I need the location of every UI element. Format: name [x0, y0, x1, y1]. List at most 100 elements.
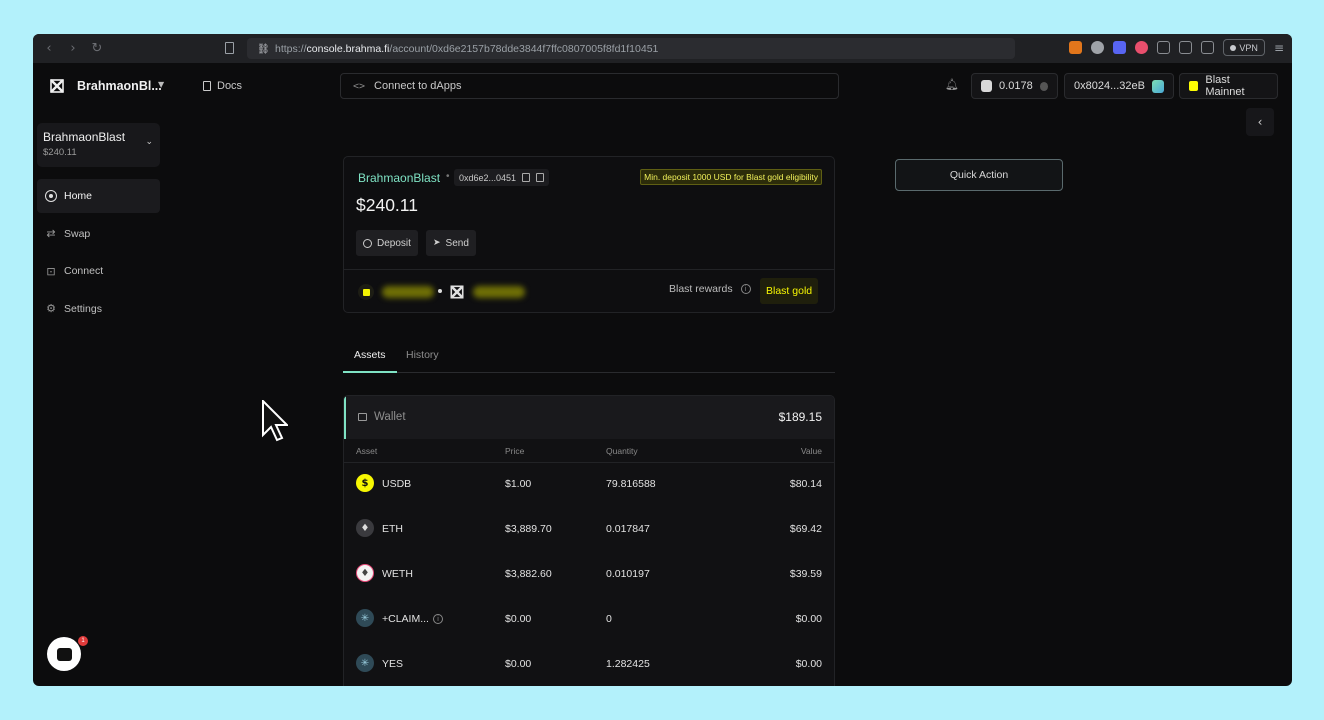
wallet-icon: [358, 413, 367, 421]
vpn-icon: [1230, 44, 1237, 51]
swap-icon: ⇄: [46, 227, 56, 240]
send-icon: ➤: [433, 238, 441, 248]
blurred-value: [382, 286, 434, 298]
extensions-bar: VPN ≡: [1069, 39, 1284, 56]
metamask-extension-icon[interactable]: [1069, 41, 1083, 54]
eth-balance-pill[interactable]: 0.0178: [971, 73, 1058, 99]
vpn-button[interactable]: VPN: [1223, 39, 1265, 56]
tab-history[interactable]: History: [406, 349, 439, 361]
wallet-total: $189.15: [778, 410, 822, 424]
account-address-chip: 0xd6e2...0451: [454, 169, 550, 186]
sidebar-toggle-icon[interactable]: [1179, 41, 1193, 54]
table-row[interactable]: $ USDB $1.00 79.816588 $80.14: [344, 463, 834, 507]
blast-rewards: Blast rewards i: [669, 283, 751, 295]
column-header-price: Price: [505, 446, 525, 456]
sidebar-item-label: Swap: [64, 227, 91, 240]
forward-icon[interactable]: ›: [61, 41, 85, 56]
eth-balance: 0.0178: [999, 80, 1033, 92]
asset-price: $0.00: [505, 658, 532, 670]
blast-gold-button[interactable]: Blast gold: [760, 278, 819, 304]
sidebar-item-home[interactable]: Home: [37, 179, 160, 213]
asset-value: $0.00: [795, 613, 822, 625]
account-card[interactable]: BrahmaonBlast $240.11 ⌄: [37, 123, 160, 167]
asset-price: $1.00: [505, 478, 532, 490]
asset-name: WETH: [382, 568, 413, 580]
info-icon[interactable]: i: [740, 284, 751, 294]
assets-tabs: Assets History: [343, 340, 835, 373]
table-row[interactable]: ♦ ETH $3,889.70 0.017847 $69.42: [344, 508, 834, 552]
back-icon[interactable]: ‹: [37, 41, 61, 56]
url-host: console.brahma.fi: [306, 42, 390, 55]
usdb-icon: $: [356, 474, 374, 492]
notification-bell-icon[interactable]: 🔔︎: [945, 78, 959, 91]
chevron-left-icon: ‹: [1257, 115, 1263, 129]
wallet-address: 0x8024...32eB: [1074, 80, 1145, 92]
brahma-points: [449, 284, 525, 300]
table-row[interactable]: ✳ +CLAIM... i $0.00 0 $0.00: [344, 598, 834, 642]
table-row[interactable]: ✳ YES $0.00 1.282425 $0.00: [344, 643, 834, 686]
sidebar-item-connect[interactable]: ⊡ Connect: [37, 254, 160, 288]
blast-rewards-label: Blast rewards: [669, 283, 733, 295]
support-chat-button[interactable]: [47, 637, 81, 671]
collapse-panel-button[interactable]: ‹: [1246, 108, 1274, 136]
deposit-button[interactable]: Deposit: [356, 230, 418, 256]
bookmark-icon[interactable]: [225, 42, 234, 54]
connect-dapps-input[interactable]: <> Connect to dApps: [340, 73, 839, 99]
info-icon[interactable]: i: [432, 614, 443, 625]
wallet-icon[interactable]: [1201, 41, 1215, 54]
asset-price: $3,882.60: [505, 568, 552, 580]
home-icon: [45, 190, 57, 202]
quick-action-button[interactable]: Quick Action: [895, 159, 1063, 191]
wallet-address-pill[interactable]: 0x8024...32eB: [1064, 73, 1174, 99]
reload-icon[interactable]: ↻: [85, 41, 109, 56]
extensions-puzzle-icon[interactable]: [1157, 41, 1171, 54]
vpn-label: VPN: [1239, 42, 1258, 53]
active-tab-indicator: [343, 371, 397, 373]
docs-link[interactable]: Docs: [203, 80, 242, 92]
network-selector[interactable]: Blast Mainnet: [1179, 73, 1278, 99]
account-summary-card: BrahmaonBlast • 0xd6e2...0451 Min. depos…: [343, 156, 835, 313]
asset-quantity: 79.816588: [606, 478, 656, 490]
separator-dot: •: [446, 171, 450, 182]
sidebar-item-swap[interactable]: ⇄ Swap: [37, 217, 160, 251]
asset-name: YES: [382, 658, 404, 670]
wallet-header[interactable]: Wallet $189.15: [344, 396, 834, 439]
wallet-title: Wallet: [358, 411, 406, 423]
extension-icon[interactable]: [1135, 41, 1149, 54]
extension-icon[interactable]: [1091, 41, 1105, 54]
caret-down-icon[interactable]: ▼: [158, 80, 164, 89]
table-row[interactable]: ♦ WETH $3,882.60 0.010197 $39.59: [344, 553, 834, 597]
separator-dot: [438, 289, 442, 293]
network-name: Blast Mainnet: [1205, 74, 1245, 98]
address-bar[interactable]: ⛓ https://console.brahma.fi/account/0xd6…: [247, 38, 1015, 59]
sidebar-nav: Home ⇄ Swap ⊡ Connect ⚙ Settings: [37, 179, 160, 329]
eth-icon: ♦: [356, 519, 374, 537]
account-address: 0xd6e2...0451: [459, 172, 517, 183]
chevron-down-icon: ⌄: [145, 137, 153, 147]
brahma-logo-icon[interactable]: [50, 79, 64, 93]
extension-icon[interactable]: [1113, 41, 1127, 54]
account-card-balance: $240.11: [43, 147, 77, 158]
sidebar-item-settings[interactable]: ⚙ Settings: [37, 292, 160, 326]
column-header-quantity: Quantity: [606, 446, 638, 456]
divider: [344, 269, 834, 270]
book-icon: [203, 81, 211, 91]
copy-icon[interactable]: [522, 173, 531, 182]
brahma-logo-icon: [450, 285, 464, 299]
asset-name: +CLAIM...: [382, 613, 429, 625]
connect-dapps-label: Connect to dApps: [374, 80, 462, 92]
asset-price: $3,889.70: [505, 523, 552, 535]
site-info-icon[interactable]: ⛓: [257, 44, 270, 55]
send-button[interactable]: ➤ Send: [426, 230, 476, 256]
send-label: Send: [445, 237, 469, 249]
tab-assets[interactable]: Assets: [354, 349, 386, 361]
chat-badge: 1: [78, 636, 88, 646]
deposit-label: Deposit: [377, 237, 411, 249]
eth-icon: [1039, 81, 1048, 91]
account-switcher[interactable]: BrahmaonBl...: [77, 79, 162, 93]
asset-value: $0.00: [795, 658, 822, 670]
external-link-icon[interactable]: [536, 173, 545, 182]
browser-menu-icon[interactable]: ≡: [1274, 41, 1284, 55]
sidebar-item-label: Connect: [64, 265, 104, 277]
asset-quantity: 0.010197: [606, 568, 650, 580]
